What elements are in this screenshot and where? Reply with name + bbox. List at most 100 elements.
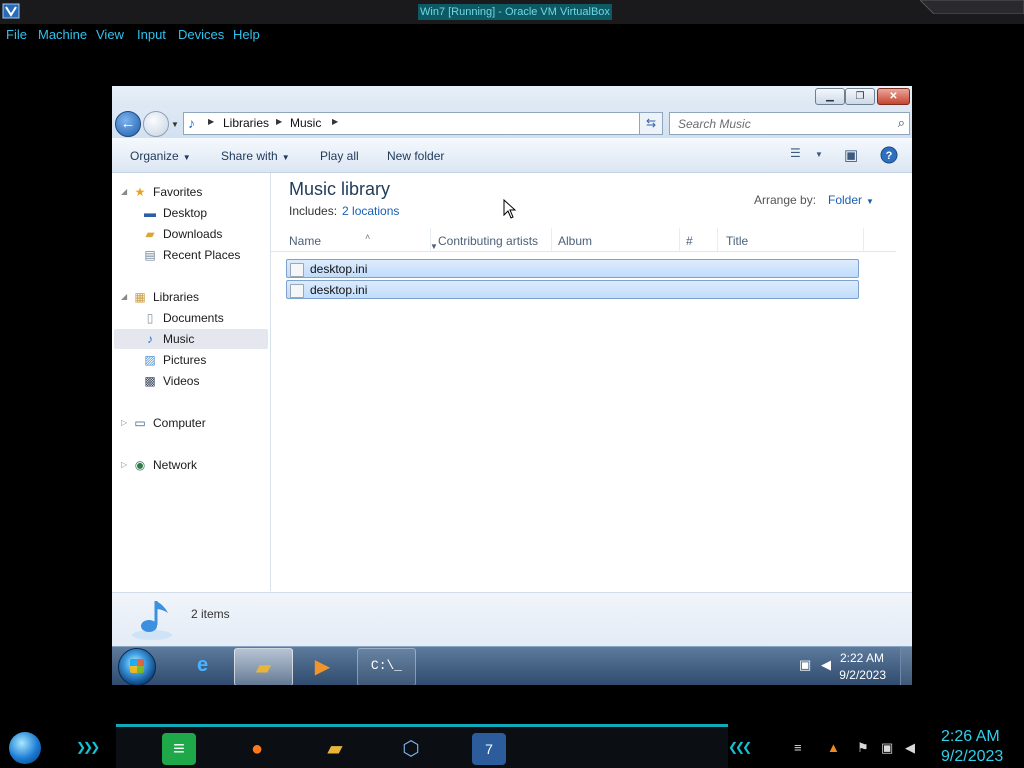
tray-expand-icon[interactable]: ≡ bbox=[794, 740, 802, 755]
expand-triangle-icon[interactable]: ▷ bbox=[121, 460, 127, 469]
column-contributing-artists[interactable]: Contributing artists bbox=[432, 228, 552, 251]
refresh-button[interactable]: ⇆ bbox=[639, 112, 663, 135]
content-pane[interactable]: Music library Includes: 2 locations Arran… bbox=[271, 173, 912, 591]
column-headers: Name ˄ ▼ Contributing artists Album # Ti… bbox=[271, 228, 896, 252]
search-input[interactable] bbox=[676, 115, 885, 132]
network-icon[interactable]: ▣ bbox=[881, 740, 893, 756]
change-view-icon[interactable]: ☰ bbox=[790, 146, 801, 160]
address-bar[interactable]: ♪ ▶ Libraries ▶ Music ▶ ▼ bbox=[183, 112, 662, 135]
nav-music[interactable]: ♪ Music bbox=[142, 329, 194, 349]
breadcrumb-music[interactable]: Music bbox=[290, 116, 321, 130]
menu-file[interactable]: File bbox=[6, 27, 27, 42]
expand-triangle-icon[interactable]: ▷ bbox=[121, 418, 127, 427]
nav-pictures[interactable]: ▨ Pictures bbox=[142, 350, 206, 370]
nav-computer[interactable]: ▭ Computer bbox=[132, 413, 205, 433]
file-name: desktop.ini bbox=[310, 283, 368, 297]
internet-explorer-icon: e bbox=[196, 654, 209, 676]
win7-vm-icon[interactable]: 7 bbox=[472, 733, 506, 765]
file-row[interactable]: desktop.ini bbox=[286, 280, 859, 299]
action-center-flag-icon[interactable]: ⚑ bbox=[857, 740, 869, 756]
recent-places-icon: ▤ bbox=[144, 248, 156, 262]
restore-button[interactable]: ❐ bbox=[845, 88, 875, 105]
decorative-chevrons-icon: ❯❯❯ bbox=[76, 740, 100, 754]
show-desktop-button[interactable] bbox=[900, 647, 912, 685]
column-title[interactable]: Title bbox=[720, 228, 864, 251]
nav-recent-places[interactable]: ▤ Recent Places bbox=[142, 245, 240, 265]
notes-app-icon[interactable]: ≡ bbox=[162, 733, 196, 765]
menu-input[interactable]: Input bbox=[137, 27, 166, 42]
folder-icon: ▰ bbox=[255, 657, 272, 679]
menu-machine[interactable]: Machine bbox=[38, 27, 87, 42]
column-album[interactable]: Album bbox=[552, 228, 680, 251]
host-start-orb-icon[interactable] bbox=[9, 732, 41, 764]
minimize-icon: ▁ bbox=[826, 91, 834, 102]
network-tray-icon[interactable]: ▣ bbox=[799, 657, 811, 673]
java-update-icon[interactable]: ▲ bbox=[827, 740, 840, 755]
nav-downloads[interactable]: ▰ Downloads bbox=[142, 224, 222, 244]
pictures-icon: ▨ bbox=[144, 353, 156, 367]
minimize-button[interactable]: ▁ bbox=[815, 88, 845, 105]
details-pane: 2 items bbox=[112, 592, 912, 647]
arrange-by-label: Arrange by: bbox=[754, 193, 817, 207]
back-button[interactable]: ← bbox=[115, 111, 141, 137]
sort-ascending-icon: ˄ bbox=[365, 232, 371, 242]
share-with-button[interactable]: Share with ▼ bbox=[221, 149, 290, 163]
arrange-by-dropdown[interactable]: Folder ▼ bbox=[828, 193, 874, 207]
taskbar-windows-explorer[interactable]: ▰ bbox=[234, 648, 293, 685]
nav-videos[interactable]: ▩ Videos bbox=[142, 371, 199, 391]
host-clock-date[interactable]: 9/2/2023 bbox=[941, 748, 1003, 766]
menu-devices[interactable]: Devices bbox=[178, 27, 224, 42]
virtualbox-logo-icon[interactable] bbox=[2, 2, 20, 20]
new-folder-button[interactable]: New folder bbox=[387, 149, 444, 163]
restore-icon: ❐ bbox=[855, 91, 865, 102]
collapse-triangle-icon[interactable]: ◢ bbox=[121, 292, 127, 301]
menu-help[interactable]: Help bbox=[233, 27, 260, 42]
nav-libraries[interactable]: ▦ Libraries bbox=[132, 287, 199, 307]
nav-desktop[interactable]: ▬ Desktop bbox=[142, 203, 207, 223]
firefox-icon[interactable]: ● bbox=[240, 733, 274, 765]
start-orb-icon[interactable] bbox=[118, 648, 156, 685]
nav-music-label: Music bbox=[163, 332, 195, 346]
column-track-number[interactable]: # bbox=[680, 228, 718, 251]
nav-favorites[interactable]: ★ Favorites bbox=[132, 182, 203, 202]
preview-pane-icon[interactable]: ▣ bbox=[844, 146, 858, 164]
file-row[interactable]: desktop.ini bbox=[286, 259, 859, 278]
search-icon[interactable]: ⌕ bbox=[898, 115, 905, 131]
play-all-button[interactable]: Play all bbox=[320, 149, 359, 163]
forward-button[interactable] bbox=[143, 111, 169, 137]
volume-icon[interactable]: ◀ bbox=[905, 740, 915, 756]
view-dropdown-icon[interactable]: ▼ bbox=[815, 150, 823, 159]
nav-documents-label: Documents bbox=[163, 311, 224, 325]
dropdown-arrow-icon: ▼ bbox=[281, 153, 290, 162]
taskbar-media-player[interactable]: ▶ bbox=[294, 648, 351, 684]
file-explorer-icon[interactable]: ▰ bbox=[318, 733, 352, 765]
nav-documents[interactable]: ▯ Documents bbox=[142, 308, 224, 328]
taskbar-command-prompt[interactable]: C:\_ bbox=[357, 648, 416, 685]
explorer-titlebar[interactable]: ▁ ❐ ✕ bbox=[112, 86, 912, 108]
nav-network[interactable]: ◉ Network bbox=[132, 455, 197, 475]
breadcrumb-chevron-icon[interactable]: ▶ bbox=[276, 117, 282, 126]
organize-button[interactable]: Organize ▼ bbox=[130, 149, 191, 163]
breadcrumb-chevron-icon[interactable]: ▶ bbox=[332, 117, 338, 126]
breadcrumb-chevron-icon[interactable]: ▶ bbox=[208, 117, 214, 126]
close-button[interactable]: ✕ bbox=[877, 88, 910, 105]
column-name[interactable]: Name ˄ ▼ bbox=[283, 228, 438, 251]
guest-screen[interactable]: ▁ ❐ ✕ ← ▼ ♪ ▶ Libraries ▶ Music ▶ ▼ ⇆ ⌕ … bbox=[112, 86, 912, 685]
guest-clock-date[interactable]: 9/2/2023 bbox=[839, 668, 886, 682]
search-box[interactable]: ⌕ bbox=[669, 112, 910, 135]
host-clock-time[interactable]: 2:26 AM bbox=[941, 728, 1000, 746]
vbox-window-title: Win7 [Running] - Oracle VM VirtualBox bbox=[418, 4, 612, 20]
guest-clock-time[interactable]: 2:22 AM bbox=[840, 651, 884, 665]
locations-link[interactable]: 2 locations bbox=[342, 204, 399, 218]
breadcrumb-libraries[interactable]: Libraries bbox=[223, 116, 269, 130]
recent-pages-dropdown-icon[interactable]: ▼ bbox=[171, 120, 179, 129]
taskbar-internet-explorer[interactable]: e bbox=[174, 648, 231, 684]
volume-icon[interactable]: ◀ bbox=[821, 657, 831, 673]
virtualbox-icon[interactable]: ⬡ bbox=[394, 733, 428, 765]
library-includes: Includes: 2 locations bbox=[289, 204, 399, 218]
file-name: desktop.ini bbox=[310, 262, 368, 276]
menu-view[interactable]: View bbox=[96, 27, 124, 42]
collapse-triangle-icon[interactable]: ◢ bbox=[121, 187, 127, 196]
dropdown-arrow-icon: ▼ bbox=[866, 197, 874, 206]
help-icon[interactable]: ? bbox=[880, 146, 898, 164]
